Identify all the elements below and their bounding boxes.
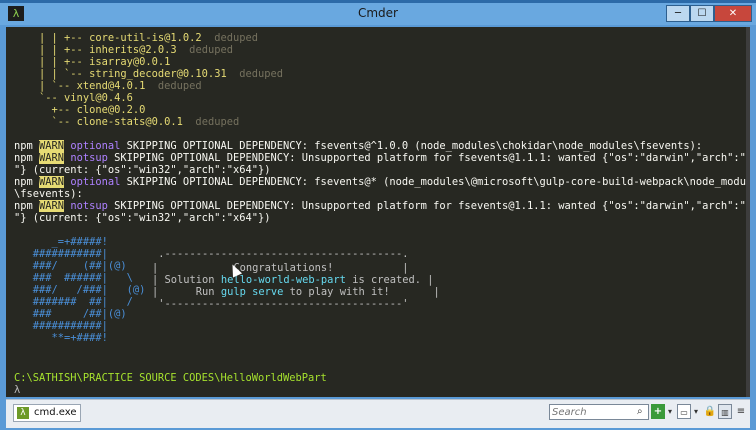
close-button[interactable]: ✕ (714, 5, 752, 22)
tab-bar: λ cmd.exe ⌕ + ▾ ▭ ▾ 🔒 ▥ ≡ (6, 399, 750, 428)
console-list-button[interactable]: ▭ (677, 404, 691, 419)
npm-warn-line: npm WARN optional SKIPPING OPTIONAL DEPE… (14, 176, 746, 188)
new-console-button[interactable]: + (651, 404, 665, 419)
search-icon[interactable]: ⌕ (637, 406, 647, 418)
gulp-command: gulp serve (220, 286, 284, 298)
search-box[interactable]: ⌕ (549, 404, 649, 420)
warn-badge: WARN (39, 200, 65, 212)
npm-warn-line: "} (current: {"os":"win32","arch":"x64"}… (14, 212, 271, 224)
warn-badge: WARN (39, 140, 65, 152)
tab-cmd[interactable]: λ cmd.exe (13, 404, 81, 422)
tab-label: cmd.exe (34, 407, 77, 418)
minimize-button[interactable]: ─ (666, 5, 690, 22)
ascii-logo-line: **=+####! (14, 332, 108, 344)
prompt-symbol[interactable]: λ (14, 384, 20, 397)
split-view-button[interactable]: ▥ (718, 404, 732, 419)
box-bottom: '--------------------------------------' (152, 298, 409, 310)
lock-icon[interactable]: 🔒 (703, 404, 717, 419)
warn-badge: WARN (39, 176, 65, 188)
lambda-tab-icon: λ (17, 407, 29, 419)
title-bar[interactable]: λ Cmder ─ ☐ ✕ (0, 3, 756, 25)
terminal-scrollbar[interactable] (746, 27, 750, 397)
box-top: .--------------------------------------. (152, 248, 409, 260)
warn-badge: WARN (39, 152, 65, 164)
tree-line: `-- clone-stats@0.0.1 deduped (14, 116, 240, 128)
window-title: Cmder (357, 6, 398, 20)
search-input[interactable] (552, 405, 634, 419)
maximize-button[interactable]: ☐ (690, 5, 714, 22)
menu-icon[interactable]: ≡ (734, 404, 748, 419)
terminal-output[interactable]: | | +-- core-util-is@1.0.2 deduped | | +… (6, 27, 746, 397)
solution-name: hello-world-web-part (220, 274, 346, 286)
prompt-path: C:\SATHISH\PRACTICE SOURCE CODES\HelloWo… (14, 372, 327, 384)
cmder-window: λ Cmder ─ ☐ ✕ | | +-- core-util-is@1.0.2… (0, 0, 756, 430)
new-console-dropdown-icon[interactable]: ▾ (666, 404, 674, 419)
console-list-dropdown-icon[interactable]: ▾ (692, 404, 700, 419)
